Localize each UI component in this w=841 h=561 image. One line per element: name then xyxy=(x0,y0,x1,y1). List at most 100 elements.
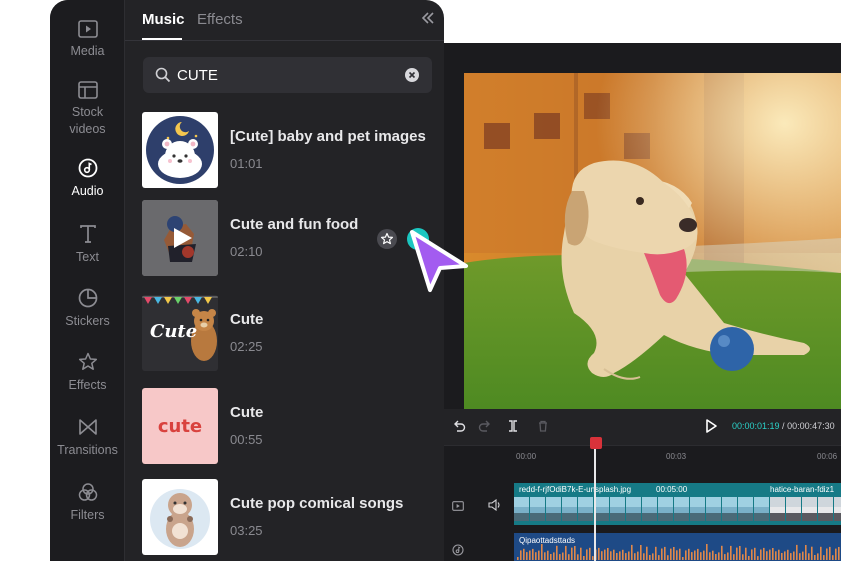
waveform-bar xyxy=(808,553,810,560)
split-icon xyxy=(509,420,517,432)
delete-button[interactable] xyxy=(536,419,550,438)
sidebar-item-media[interactable]: Media xyxy=(50,20,125,60)
stickers-icon xyxy=(78,288,97,308)
waveform-bar xyxy=(763,547,765,560)
waveform-bar xyxy=(529,550,531,560)
waveform-bar xyxy=(754,547,756,560)
redo-button[interactable] xyxy=(478,419,492,438)
waveform-bar xyxy=(571,547,573,560)
video-frame-thumb xyxy=(578,497,593,521)
track-thumbnail xyxy=(142,200,218,276)
play-button[interactable] xyxy=(704,418,718,439)
tab-effects[interactable]: Effects xyxy=(197,11,243,28)
media-icon xyxy=(77,20,98,38)
video-frame-thumb xyxy=(514,497,529,521)
video-frame-thumb xyxy=(642,497,657,521)
video-clip[interactable]: redd-f-rjfOdiB7k-E-unsplash.jpg 00:05:00… xyxy=(514,483,841,525)
waveform-bar xyxy=(547,550,549,560)
waveform-bar xyxy=(697,548,699,560)
video-frame-thumb xyxy=(818,497,833,521)
sidebar-item-label: Transitions xyxy=(57,443,118,457)
text-icon xyxy=(79,225,96,243)
waveform-bar xyxy=(703,550,705,560)
waveform-bar xyxy=(649,555,651,560)
waveform-bar xyxy=(562,552,564,560)
video-editor: 00:00:01:19 / 00:00:47:30 00:00 00:03 00… xyxy=(444,43,841,561)
waveform-bar xyxy=(688,548,690,560)
sidebar-item-stickers[interactable]: Stickers xyxy=(50,288,125,330)
sidebar-item-stock-videos[interactable]: Stock videos xyxy=(50,81,125,138)
waveform-bar xyxy=(586,549,588,560)
list-item[interactable]: cute Cute 00:55 xyxy=(142,388,432,464)
sidebar-item-label: Stickers xyxy=(65,314,110,328)
sidebar-item-effects[interactable]: Effects xyxy=(50,352,125,394)
audio-panel: Media Stock videos Audio Text Stickers E… xyxy=(50,0,444,561)
waveform-bar xyxy=(739,546,741,560)
play-icon xyxy=(706,419,717,433)
split-button[interactable] xyxy=(506,419,520,438)
search-box xyxy=(143,57,432,93)
list-item[interactable]: Cute Cute 02:25 xyxy=(142,295,432,371)
time-separator: / xyxy=(779,421,788,431)
undo-button[interactable] xyxy=(452,419,466,438)
waveform-bar xyxy=(565,545,567,560)
sidebar-item-label: Stock videos xyxy=(69,105,106,136)
video-frame-thumb xyxy=(738,497,753,521)
video-frame-thumb xyxy=(690,497,705,521)
waveform-bar xyxy=(598,547,600,560)
list-item[interactable]: Cute pop comical songs 03:25 xyxy=(142,479,432,555)
sidebar: Media Stock videos Audio Text Stickers E… xyxy=(50,0,125,561)
thumbnail-text: Cute xyxy=(150,321,198,342)
audio-waveform xyxy=(517,544,840,560)
track-title: Cute xyxy=(230,311,264,328)
video-preview xyxy=(464,73,841,409)
transitions-icon xyxy=(78,419,97,435)
waveform-bar xyxy=(520,550,522,560)
playhead[interactable] xyxy=(594,439,596,561)
playhead-handle[interactable] xyxy=(590,437,602,449)
waveform-bar xyxy=(823,555,825,560)
stock-videos-icon xyxy=(77,81,98,99)
waveform-bar xyxy=(658,555,660,560)
search-input[interactable] xyxy=(177,57,397,93)
waveform-bar xyxy=(778,549,780,560)
tab-music[interactable]: Music xyxy=(142,11,185,28)
waveform-bar xyxy=(628,551,630,560)
waveform-bar xyxy=(691,552,693,560)
editor-toolbar: 00:00:01:19 / 00:00:47:30 xyxy=(444,409,841,445)
collapse-panel-icon[interactable] xyxy=(420,10,438,28)
waveform-bar xyxy=(790,553,792,560)
waveform-bar xyxy=(625,553,627,560)
waveform-bar xyxy=(679,548,681,560)
sidebar-item-audio[interactable]: Audio xyxy=(50,158,125,200)
list-item[interactable]: [Cute] baby and pet images 01:01 xyxy=(142,112,432,188)
track-duration: 02:10 xyxy=(230,244,263,259)
waveform-bar xyxy=(802,551,804,560)
waveform-bar xyxy=(601,551,603,560)
waveform-bar xyxy=(817,553,819,560)
video-frame-thumb xyxy=(626,497,641,521)
waveform-bar xyxy=(541,544,543,560)
sidebar-item-transitions[interactable]: Transitions xyxy=(50,417,125,459)
track-title: Cute xyxy=(230,404,264,421)
waveform-bar xyxy=(766,551,768,560)
audio-clip[interactable]: Qipaottadsttads xyxy=(514,533,841,561)
sidebar-item-filters[interactable]: Filters xyxy=(50,482,125,524)
waveform-bar xyxy=(640,545,642,560)
header-divider xyxy=(125,40,444,41)
clear-search-icon[interactable] xyxy=(405,68,419,82)
volume-icon[interactable] xyxy=(488,498,502,516)
timeline-ruler[interactable]: 00:00 00:03 00:06 xyxy=(444,445,841,467)
waveform-bar xyxy=(727,552,729,560)
waveform-bar xyxy=(721,545,723,560)
waveform-bar xyxy=(559,554,561,560)
waveform-bar xyxy=(811,546,813,560)
waveform-bar xyxy=(619,551,621,560)
waveform-bar xyxy=(610,551,612,560)
video-frame-thumb xyxy=(706,497,721,521)
waveform-bar xyxy=(718,552,720,560)
track-duration: 00:55 xyxy=(230,432,263,447)
waveform-bar xyxy=(775,551,777,560)
favorite-button[interactable] xyxy=(377,229,397,249)
sidebar-item-text[interactable]: Text xyxy=(50,224,125,266)
